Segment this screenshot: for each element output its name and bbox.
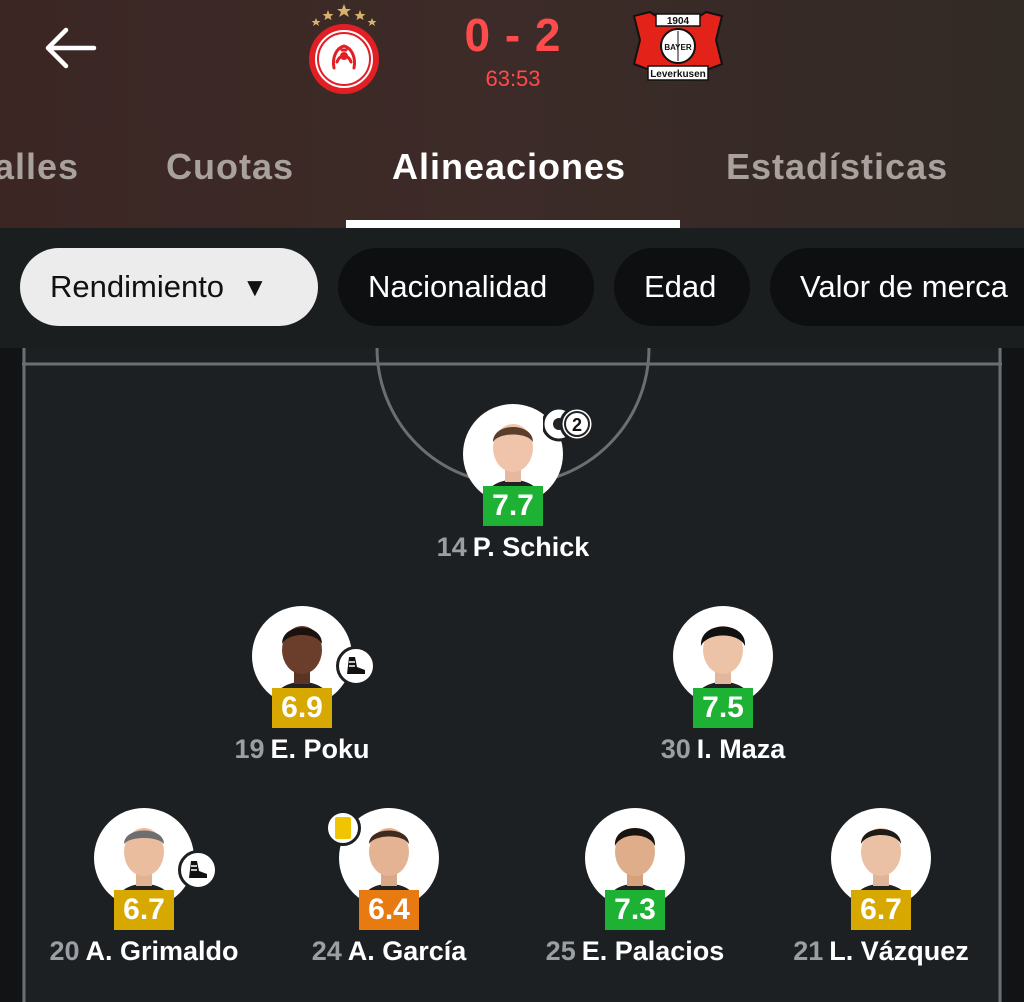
player-number: 19: [234, 734, 265, 764]
match-header: 0 - 2 63:53 1904 BAYER Leverkusen alles …: [0, 0, 1024, 228]
player-rating: 6.9: [272, 688, 332, 728]
player-card[interactable]: 6.9 19 E. Poku: [182, 606, 422, 786]
back-button[interactable]: [36, 20, 104, 76]
player-name-text: P. Schick: [472, 532, 590, 562]
filter-edad-label: Edad: [644, 269, 717, 304]
home-team-crest[interactable]: [306, 4, 382, 96]
player-name-text: I. Maza: [696, 734, 786, 764]
assist-boot-badge: [336, 646, 376, 686]
match-score: 0 - 2: [464, 9, 562, 61]
player-card[interactable]: 6.7 21 L. Vázquez: [761, 808, 1001, 988]
player-name: 19 E. Poku: [182, 734, 422, 765]
player-card[interactable]: 7.3 25 E. Palacios: [515, 808, 755, 988]
player-name-text: E. Palacios: [581, 936, 725, 966]
filter-bar: Rendimiento ▼ Nacionalidad Edad Valor de…: [0, 228, 1024, 348]
filter-rendimiento[interactable]: Rendimiento ▼: [20, 248, 318, 326]
player-name: 24 A. García: [269, 936, 509, 967]
tab-cuotas[interactable]: Cuotas: [166, 146, 294, 188]
filter-rendimiento-label: Rendimiento: [50, 269, 225, 304]
boot-icon: [347, 657, 365, 674]
player-name: 20 A. Grimaldo: [24, 936, 264, 967]
active-tab-indicator: [346, 220, 680, 228]
player-card[interactable]: 6.7 20 A. Grimaldo: [24, 808, 264, 988]
player-rating: 7.3: [605, 890, 665, 930]
tab-bar: alles Cuotas Alineaciones Estadísticas: [0, 140, 1024, 228]
player-name: 14 P. Schick: [393, 532, 633, 563]
goals-badge: 2: [541, 404, 595, 444]
player-number: 20: [49, 936, 80, 966]
player-name: 21 L. Vázquez: [761, 936, 1001, 967]
player-name: 25 E. Palacios: [515, 936, 755, 967]
svg-text:Leverkusen: Leverkusen: [650, 69, 706, 80]
player-number: 24: [311, 936, 342, 966]
tab-alineaciones[interactable]: Alineaciones: [392, 146, 626, 188]
svg-text:2: 2: [572, 415, 582, 435]
match-clock: 63:53: [485, 66, 541, 91]
player-rating: 6.4: [359, 890, 419, 930]
arrow-left-icon: [45, 27, 97, 69]
player-name-text: E. Poku: [270, 734, 370, 764]
filter-nacionalidad[interactable]: Nacionalidad: [338, 248, 594, 326]
player-number: 30: [660, 734, 691, 764]
lineup-pitch: 2 7.7 14 P. Schick 6.9 19 E. Poku 7.5 30…: [0, 348, 1024, 1002]
player-name-text: A. Grimaldo: [85, 936, 239, 966]
away-team-crest[interactable]: 1904 BAYER Leverkusen: [632, 10, 724, 84]
assist-boot-badge: [178, 850, 218, 890]
player-name-text: A. García: [347, 936, 467, 966]
player-name-text: L. Vázquez: [829, 936, 969, 966]
filter-nacionalidad-label: Nacionalidad: [368, 269, 548, 304]
player-card[interactable]: 2 7.7 14 P. Schick: [393, 404, 633, 584]
player-card[interactable]: 7.5 30 I. Maza: [603, 606, 843, 786]
player-rating: 6.7: [851, 890, 911, 930]
player-number: 25: [545, 936, 576, 966]
filter-valor-de-mercado[interactable]: Valor de merca: [770, 248, 1024, 326]
yellow-card-icon: [335, 817, 351, 839]
tab-estadisticas[interactable]: Estadísticas: [726, 146, 948, 188]
player-rating: 6.7: [114, 890, 174, 930]
filter-valor-label: Valor de merca: [800, 269, 1008, 304]
player-rating: 7.5: [693, 688, 753, 728]
player-name: 30 I. Maza: [603, 734, 843, 765]
filter-edad[interactable]: Edad: [614, 248, 750, 326]
player-rating: 7.7: [483, 486, 543, 526]
yellow-card-badge: [325, 810, 361, 846]
boot-icon: [189, 861, 207, 878]
player-number: 14: [436, 532, 467, 562]
caret-down-icon: ▼: [242, 271, 268, 302]
tab-detalles[interactable]: alles: [0, 146, 79, 188]
player-number: 21: [793, 936, 824, 966]
player-card[interactable]: 6.4 24 A. García: [269, 808, 509, 988]
svg-text:1904: 1904: [667, 16, 690, 27]
